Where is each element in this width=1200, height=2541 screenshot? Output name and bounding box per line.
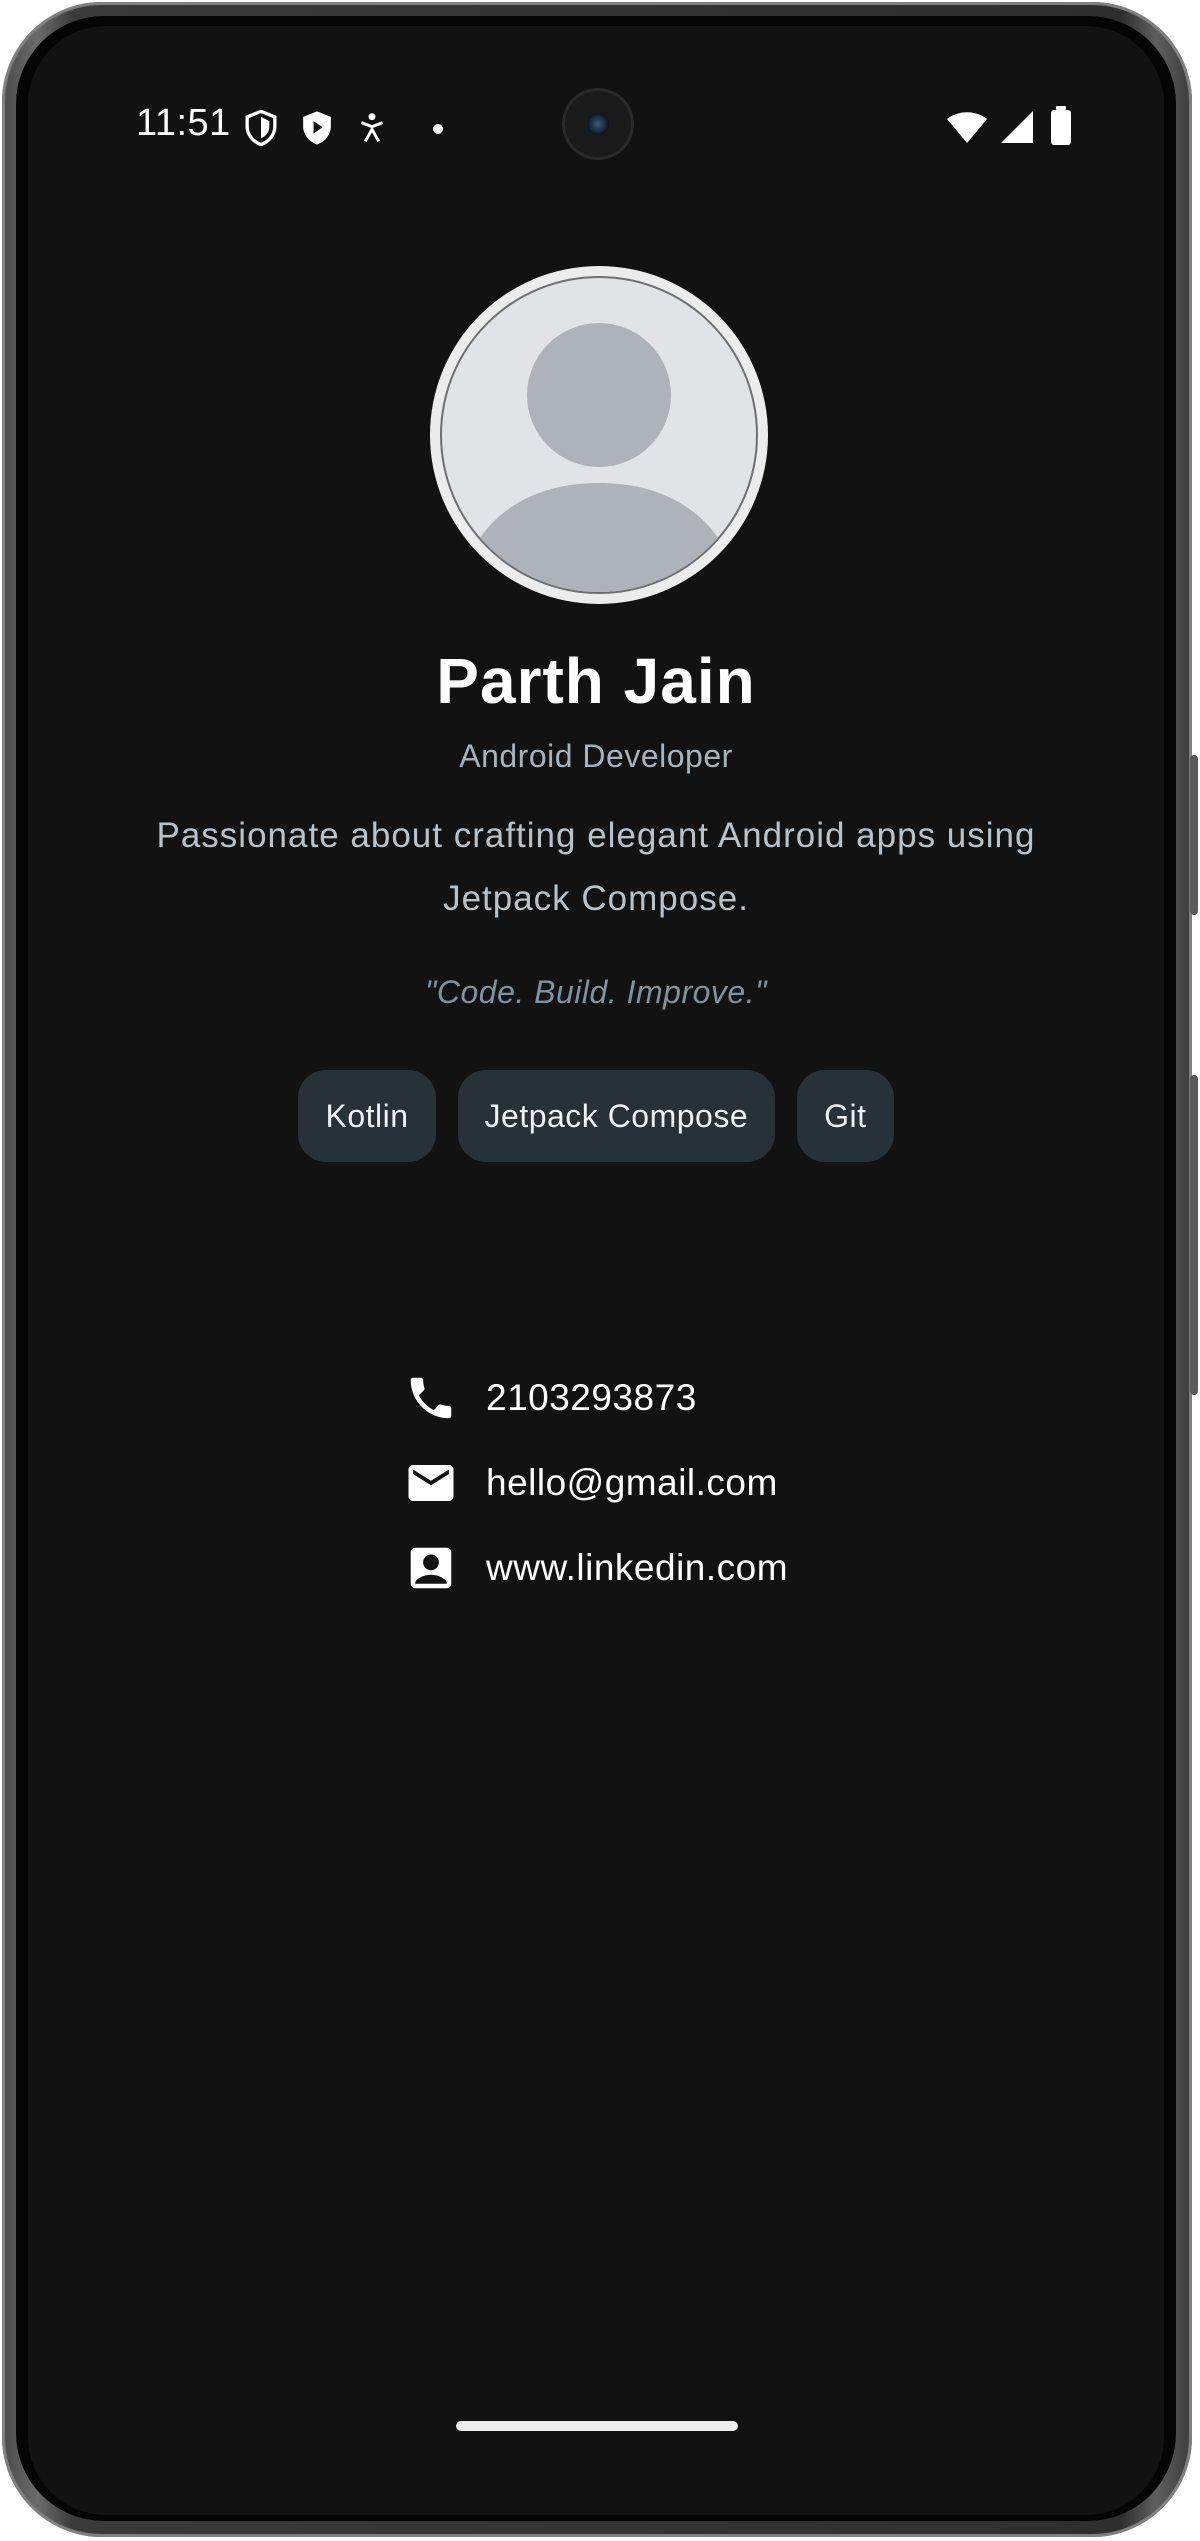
avatar bbox=[430, 266, 768, 604]
skill-chips: Kotlin Jetpack Compose Git bbox=[28, 1070, 1164, 1162]
profile-bio: Passionate about crafting elegant Androi… bbox=[156, 816, 1036, 918]
contact-linkedin: www.linkedin.com bbox=[486, 1547, 789, 1588]
email-icon bbox=[404, 1456, 458, 1510]
front-camera bbox=[565, 91, 631, 157]
profile-quote: "Code. Build. Improve." bbox=[425, 974, 767, 1010]
profile-role: Android Developer bbox=[459, 738, 733, 774]
skill-chip[interactable]: Jetpack Compose bbox=[457, 1070, 776, 1162]
shield-outline-icon bbox=[244, 109, 278, 151]
home-indicator[interactable] bbox=[456, 2421, 738, 2431]
status-time: 11:51 bbox=[136, 102, 231, 144]
avatar-placeholder-icon bbox=[442, 278, 756, 592]
contact-phone: 2103293873 bbox=[486, 1377, 697, 1418]
dot-icon bbox=[432, 122, 444, 140]
profile-name: Parth Jain bbox=[436, 645, 756, 717]
app-screen: 11:51 Parth Jain Android Developer Passi… bbox=[28, 26, 1164, 2515]
volume-button bbox=[1190, 1075, 1198, 1395]
play-shield-icon bbox=[300, 110, 334, 151]
battery-icon bbox=[1050, 106, 1072, 151]
contact-card-icon bbox=[404, 1541, 458, 1595]
accessibility-icon bbox=[358, 112, 386, 149]
contact-email-row[interactable]: hello@gmail.com bbox=[404, 1451, 778, 1515]
contact-email: hello@gmail.com bbox=[486, 1462, 778, 1503]
skill-chip[interactable]: Git bbox=[797, 1070, 894, 1162]
skill-chip[interactable]: Kotlin bbox=[298, 1070, 436, 1162]
wifi-icon bbox=[946, 110, 988, 149]
phone-icon bbox=[404, 1371, 458, 1425]
cell-signal-icon bbox=[1000, 110, 1034, 149]
power-button bbox=[1190, 755, 1198, 915]
contact-linkedin-row[interactable]: www.linkedin.com bbox=[404, 1536, 788, 1600]
contact-phone-row[interactable]: 2103293873 bbox=[404, 1366, 697, 1430]
status-bar: 11:51 bbox=[28, 26, 1164, 176]
